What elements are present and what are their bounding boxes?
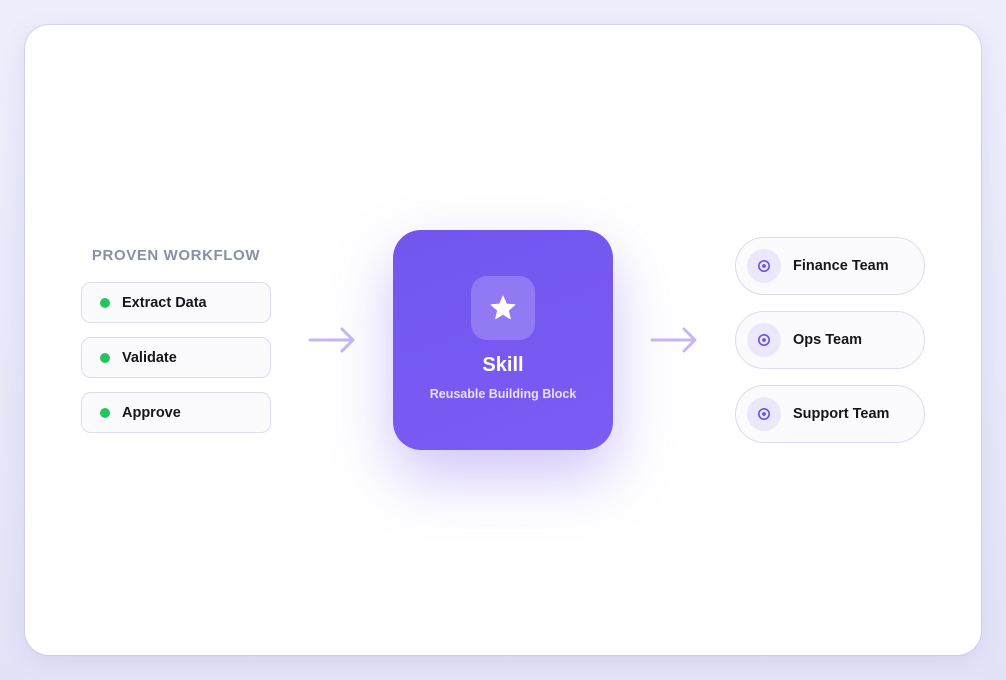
team-ops: Ops Team xyxy=(735,311,925,369)
star-icon xyxy=(490,295,516,320)
team-label: Finance Team xyxy=(793,258,889,274)
team-support: Support Team xyxy=(735,385,925,443)
team-icon-badge xyxy=(747,397,781,431)
skill-title: Skill xyxy=(482,354,524,376)
skill-subtitle: Reusable Building Block xyxy=(429,387,577,401)
status-dot-icon xyxy=(100,407,110,418)
status-dot-icon xyxy=(100,297,110,308)
team-icon-badge xyxy=(747,323,781,357)
teams-panel: Finance Team Ops Team Support Team xyxy=(735,237,925,459)
team-finance: Finance Team xyxy=(735,237,925,295)
workflow-step-label: Extract Data xyxy=(122,294,207,311)
arrow-right-icon xyxy=(308,327,355,353)
status-dot-icon xyxy=(100,352,110,363)
team-label: Ops Team xyxy=(793,332,863,348)
workflow-step-label: Approve xyxy=(122,404,181,421)
workflow-step-extract-data: Extract Data xyxy=(81,282,271,323)
workflow-panel: PROVEN WORKFLOW Extract Data Validate Ap… xyxy=(81,248,271,447)
workflow-step-validate: Validate xyxy=(81,337,271,378)
team-label: Support Team xyxy=(793,406,890,422)
skill-icon-container xyxy=(471,276,535,340)
workflow-title: PROVEN WORKFLOW xyxy=(91,247,261,264)
skill-card: Skill Reusable Building Block xyxy=(393,230,613,450)
team-icon-badge xyxy=(747,249,781,283)
target-icon xyxy=(758,334,770,346)
workflow-step-label: Validate xyxy=(122,349,177,366)
target-icon xyxy=(758,260,770,272)
workflow-step-approve: Approve xyxy=(81,392,271,433)
arrow-right-icon xyxy=(650,327,697,353)
target-icon xyxy=(758,408,770,420)
